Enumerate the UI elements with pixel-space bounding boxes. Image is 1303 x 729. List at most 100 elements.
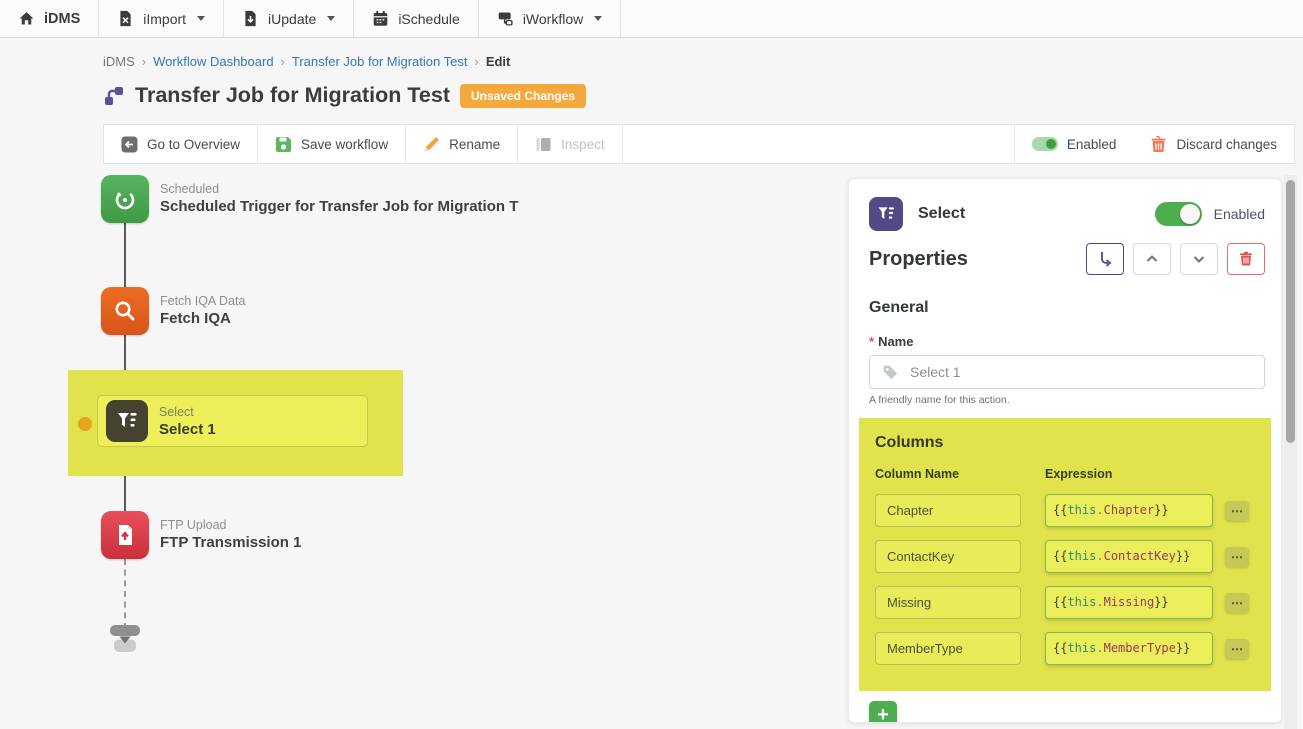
go-to-overview-button[interactable]: Go to Overview <box>104 125 258 163</box>
back-arrow-icon <box>121 136 138 153</box>
move-up-button[interactable] <box>1133 243 1171 275</box>
required-mark: * <box>869 334 874 349</box>
chevron-down-icon <box>1191 251 1207 267</box>
drop-target-icon <box>108 624 142 654</box>
filter-icon <box>876 204 896 224</box>
search-icon <box>112 298 138 324</box>
name-help-text: A friendly name for this action. <box>869 394 1265 406</box>
name-label-text: Name <box>878 334 913 349</box>
expression-input[interactable]: {{this.MemberType}} <box>1045 632 1213 665</box>
flow-drop-target[interactable] <box>108 624 142 659</box>
node-subtitle: Fetch IQA Data <box>160 293 245 309</box>
column-name-input[interactable]: MemberType <box>875 632 1021 665</box>
column-name-input[interactable]: Chapter <box>875 494 1021 527</box>
move-down-button[interactable] <box>1180 243 1218 275</box>
chevron-up-icon <box>1144 251 1160 267</box>
timer-icon <box>112 186 138 212</box>
add-column-button[interactable]: + <box>869 701 897 723</box>
column-row: ContactKey {{this.ContactKey}} ⋯ <box>875 540 1257 573</box>
delete-node-button[interactable] <box>1227 243 1265 275</box>
filter-icon <box>115 409 139 433</box>
column-row: Missing {{this.Missing}} ⋯ <box>875 586 1257 619</box>
name-field-label: * Name <box>869 334 1265 349</box>
toolbar-button-label: Save workflow <box>301 137 388 152</box>
node-ftp-transmission[interactable]: FTP Upload FTP Transmission 1 <box>101 511 301 559</box>
breadcrumb-separator: › <box>281 54 285 69</box>
toolbar-right-group: Enabled Discard changes <box>1014 125 1294 163</box>
rename-button[interactable]: Rename <box>406 125 518 163</box>
column-name-input[interactable]: ContactKey <box>875 540 1021 573</box>
node-subtitle: Scheduled <box>160 181 518 197</box>
workflow-icon <box>103 85 125 107</box>
breadcrumb: iDMS › Workflow Dashboard › Transfer Job… <box>103 54 510 69</box>
expression-input[interactable]: {{this.ContactKey}} <box>1045 540 1213 573</box>
toolbar-button-label: Inspect <box>561 137 605 152</box>
fetch-iqa-icon[interactable] <box>101 287 149 335</box>
node-enabled-toggle[interactable] <box>1155 202 1202 226</box>
columns-section-highlight: Columns Column Name Expression Chapter {… <box>859 418 1271 691</box>
expression-input[interactable]: {{this.Chapter}} <box>1045 494 1213 527</box>
nav-item-iupdate[interactable]: iUpdate <box>224 0 354 37</box>
nav-item-idms[interactable]: iDMS <box>0 0 99 37</box>
breadcrumb-separator: › <box>142 54 146 69</box>
file-download-icon <box>242 10 259 27</box>
chevron-down-icon <box>197 16 205 21</box>
expression-value: {{this.MemberType}} <box>1053 641 1190 655</box>
nav-item-label: iSchedule <box>398 11 460 27</box>
column-row: MemberType {{this.MemberType}} ⋯ <box>875 632 1257 665</box>
expression-input[interactable]: {{this.Missing}} <box>1045 586 1213 619</box>
node-scheduled-trigger[interactable]: Scheduled Scheduled Trigger for Transfer… <box>101 175 518 223</box>
branch-arrow-icon <box>1096 250 1114 268</box>
expression-more-button[interactable]: ⋯ <box>1225 593 1249 613</box>
node-port-dot <box>78 417 92 431</box>
select-node-icon <box>106 400 148 442</box>
file-upload-icon <box>112 522 138 548</box>
top-navbar: iDMS iImport iUpdate iSchedule iWorkflow <box>0 0 1303 38</box>
breadcrumb-root: iDMS <box>103 54 135 69</box>
chevron-down-icon <box>594 16 602 21</box>
expression-header: Expression <box>1045 467 1112 481</box>
expression-value: {{this.Missing}} <box>1053 595 1169 609</box>
scheduled-trigger-icon[interactable] <box>101 175 149 223</box>
node-fetch-iqa[interactable]: Fetch IQA Data Fetch IQA <box>101 287 245 335</box>
inspect-button[interactable]: Inspect <box>518 125 623 163</box>
chevron-down-icon <box>327 16 335 21</box>
nav-item-label: iWorkflow <box>523 11 583 27</box>
page-title: Transfer Job for Migration Test <box>135 83 450 108</box>
discard-trash-icon <box>1150 136 1167 153</box>
nav-item-iworkflow[interactable]: iWorkflow <box>479 0 621 37</box>
expression-more-button[interactable]: ⋯ <box>1225 501 1249 521</box>
workflow-toolbar: Go to Overview Save workflow Rename Insp… <box>103 124 1295 164</box>
name-input[interactable]: Select 1 <box>869 355 1265 389</box>
breadcrumb-link-workflow[interactable]: Transfer Job for Migration Test <box>292 54 468 69</box>
node-subtitle: Select <box>159 404 216 420</box>
toolbar-button-label: Discard changes <box>1176 137 1277 152</box>
node-select-selected[interactable]: Select Select 1 <box>97 395 368 447</box>
toolbar-button-label: Go to Overview <box>147 137 240 152</box>
ftp-upload-icon[interactable] <box>101 511 149 559</box>
flow-connector-line <box>124 199 126 535</box>
workflow-enabled-toggle[interactable]: Enabled <box>1015 125 1134 163</box>
home-icon <box>18 10 35 27</box>
toolbar-button-label: Rename <box>449 137 500 152</box>
expression-more-button[interactable]: ⋯ <box>1225 547 1249 567</box>
nav-item-ischedule[interactable]: iSchedule <box>354 0 479 37</box>
panel-scrollbar-thumb[interactable] <box>1286 180 1295 443</box>
save-workflow-button[interactable]: Save workflow <box>258 125 406 163</box>
name-input-value: Select 1 <box>910 364 961 380</box>
tag-icon <box>882 364 898 380</box>
inspect-icon <box>535 136 552 153</box>
discard-changes-button[interactable]: Discard changes <box>1133 125 1294 163</box>
breadcrumb-current: Edit <box>486 54 511 69</box>
nav-item-label: iDMS <box>44 11 80 27</box>
column-row: Chapter {{this.Chapter}} ⋯ <box>875 494 1257 527</box>
nav-item-iimport[interactable]: iImport <box>99 0 224 37</box>
breadcrumb-link-dashboard[interactable]: Workflow Dashboard <box>153 54 273 69</box>
expression-more-button[interactable]: ⋯ <box>1225 639 1249 659</box>
column-name-input[interactable]: Missing <box>875 586 1021 619</box>
enabled-label: Enabled <box>1067 137 1117 152</box>
column-name-header: Column Name <box>875 467 1045 481</box>
properties-title: Properties <box>869 248 968 271</box>
toggle-on-icon <box>1032 137 1058 151</box>
branch-action-button[interactable] <box>1086 243 1124 275</box>
